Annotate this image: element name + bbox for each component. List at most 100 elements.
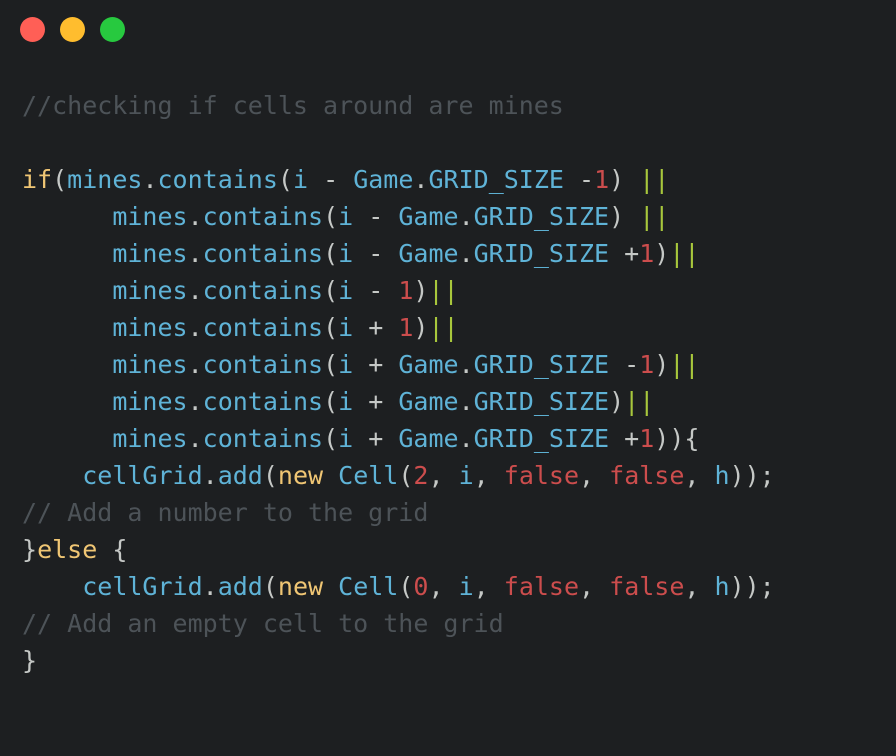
code-token-ident: mines <box>67 165 143 194</box>
code-line: mines.contains(i - Game.GRID_SIZE +1)|| <box>22 235 775 272</box>
code-token-punct: , <box>684 572 715 601</box>
code-token-punct: ) <box>413 276 429 305</box>
code-token-punct: . <box>458 202 474 231</box>
code-token-punct <box>22 572 82 601</box>
code-token-punct: , <box>428 572 459 601</box>
code-token-keyword: else <box>37 535 98 564</box>
code-token-punct: , <box>684 461 715 490</box>
code-token-punct: . <box>458 239 474 268</box>
code-token-operator: + <box>353 313 399 342</box>
code-token-punct: . <box>202 572 218 601</box>
code-token-ident: i <box>458 461 474 490</box>
code-token-operator: - <box>353 276 399 305</box>
code-token-punct: } <box>22 535 38 564</box>
code-token-comment: // Add a number to the grid <box>22 498 429 527</box>
code-token-ident: i <box>338 276 354 305</box>
code-token-punct: } <box>22 646 38 675</box>
code-token-literal: false <box>609 461 685 490</box>
code-token-punct: ( <box>323 239 339 268</box>
code-token-literal: false <box>503 461 580 490</box>
code-token-punct: ) <box>654 239 670 268</box>
code-token-punct: )); <box>729 461 775 490</box>
code-token-punct: ) <box>654 350 670 379</box>
code-token-literal: false <box>609 572 685 601</box>
code-token-punct: ( <box>52 165 68 194</box>
code-token-ident: mines <box>112 387 188 416</box>
code-token-ident: i <box>338 202 354 231</box>
code-token-ident: mines <box>112 313 188 342</box>
code-token-punct: )){ <box>654 424 700 453</box>
code-token-operator: - <box>609 350 640 379</box>
minimize-button[interactable] <box>60 17 85 42</box>
code-line: mines.contains(i + Game.GRID_SIZE -1)|| <box>22 346 775 383</box>
code-line: mines.contains(i + 1)|| <box>22 309 775 346</box>
code-line: }else { <box>22 531 775 568</box>
code-token-punct: . <box>458 387 474 416</box>
code-token-operator: - <box>353 202 399 231</box>
code-token-logic: || <box>669 239 700 268</box>
code-token-punct: , <box>579 572 610 601</box>
code-token-punct <box>22 350 112 379</box>
code-token-logic: || <box>669 350 700 379</box>
code-token-ident: cellGrid <box>82 461 203 490</box>
code-token-punct: . <box>413 165 429 194</box>
code-token-number: 1 <box>639 350 655 379</box>
code-token-logic: || <box>639 202 670 231</box>
code-token-ident: contains <box>202 239 324 268</box>
code-line: cellGrid.add(new Cell(0, i, false, false… <box>22 568 775 605</box>
code-token-punct: . <box>202 461 218 490</box>
code-token-number: 1 <box>639 424 655 453</box>
code-token-operator: + <box>353 424 399 453</box>
code-token-keyword: new <box>277 572 324 601</box>
code-token-punct <box>22 424 112 453</box>
close-button[interactable] <box>20 17 45 42</box>
code-token-operator: - <box>563 165 595 194</box>
code-token-ident: Game <box>398 202 459 231</box>
code-token-comment: // Add an empty cell to the grid <box>22 609 504 638</box>
code-token-punct <box>22 202 112 231</box>
code-token-ident: Cell <box>338 461 399 490</box>
code-token-punct: ) <box>413 313 429 342</box>
code-token-punct: )); <box>729 572 775 601</box>
code-token-logic: || <box>428 313 459 342</box>
code-token-ident: add <box>217 461 263 490</box>
code-token-punct: . <box>187 202 203 231</box>
code-token-punct <box>323 461 338 490</box>
code-token-ident: i <box>338 350 354 379</box>
code-token-number: 2 <box>413 461 429 490</box>
zoom-button[interactable] <box>100 17 125 42</box>
code-token-number: 0 <box>413 572 429 601</box>
code-token-punct: . <box>187 424 203 453</box>
code-token-keyword: new <box>277 461 324 490</box>
code-token-punct <box>22 276 112 305</box>
code-token-ident: i <box>338 313 354 342</box>
code-token-operator: + <box>353 350 399 379</box>
code-token-ident: i <box>338 239 354 268</box>
code-token-punct <box>22 387 112 416</box>
code-token-punct: { <box>97 535 128 564</box>
code-token-operator: - <box>308 165 354 194</box>
code-token-ident: Game <box>398 239 459 268</box>
code-token-comment: //checking if cells around are mines <box>22 91 564 120</box>
code-token-ident: GRID_SIZE <box>428 165 564 194</box>
code-token-ident: contains <box>202 387 324 416</box>
code-token-punct: ( <box>323 313 339 342</box>
code-token-punct: . <box>187 387 203 416</box>
code-token-ident: add <box>217 572 263 601</box>
code-token-ident: Game <box>353 165 414 194</box>
code-line: //checking if cells around are mines <box>22 87 775 124</box>
code-token-logic: || <box>624 387 655 416</box>
code-line: mines.contains(i - Game.GRID_SIZE) || <box>22 198 775 235</box>
code-token-punct: ) <box>609 387 625 416</box>
code-token-punct: ) <box>609 165 640 194</box>
code-token-ident: h <box>714 461 730 490</box>
code-token-ident: h <box>714 572 730 601</box>
code-token-ident: Cell <box>338 572 399 601</box>
code-token-ident: GRID_SIZE <box>473 350 610 379</box>
code-token-ident: GRID_SIZE <box>473 387 610 416</box>
code-token-ident: contains <box>202 424 324 453</box>
code-token-literal: false <box>503 572 580 601</box>
code-token-ident: cellGrid <box>82 572 203 601</box>
code-token-punct: . <box>187 313 203 342</box>
